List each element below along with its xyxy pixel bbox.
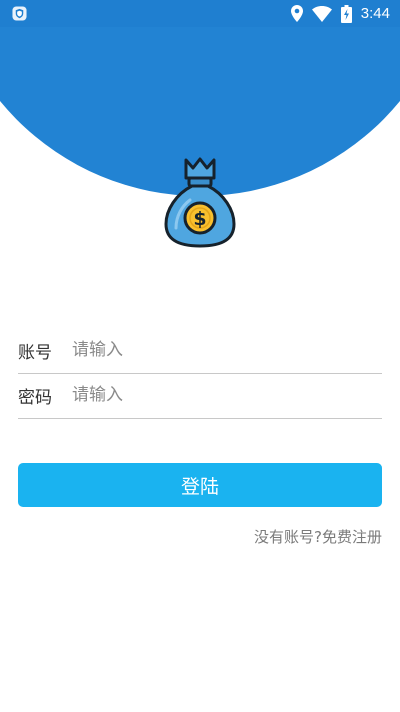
password-label: 密码: [18, 387, 52, 408]
money-bag-icon: $: [164, 157, 236, 248]
status-time: 3:44: [360, 5, 390, 22]
account-field: 账号: [18, 327, 382, 374]
login-button[interactable]: 登陆: [18, 463, 382, 507]
register-link[interactable]: 没有账号?免费注册: [254, 526, 382, 547]
shield-icon: [12, 6, 27, 21]
svg-text:$: $: [193, 208, 206, 230]
password-field: 密码: [18, 372, 382, 419]
password-input[interactable]: [72, 385, 382, 405]
wifi-icon: [311, 5, 332, 22]
battery-charging-icon: [340, 4, 352, 23]
account-input[interactable]: [72, 340, 382, 360]
login-screen: 3:44 $ 账号 密码 登陆 没有账号?免费注册: [0, 0, 400, 712]
status-icons: 3:44: [290, 0, 390, 27]
location-icon: [290, 5, 303, 22]
account-label: 账号: [18, 342, 52, 363]
status-bar: 3:44: [0, 0, 400, 27]
